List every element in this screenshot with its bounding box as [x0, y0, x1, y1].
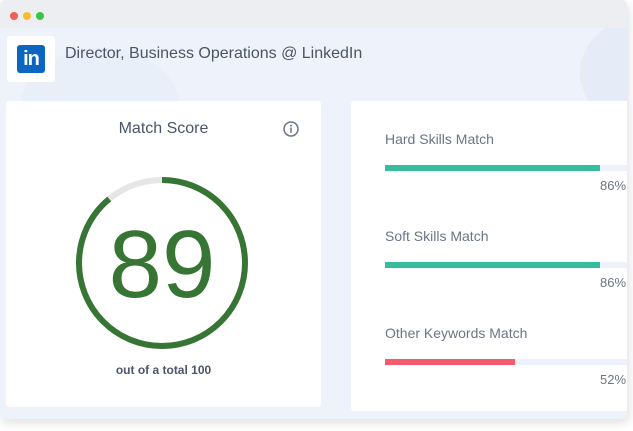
skill-progress-fill — [385, 262, 600, 268]
info-icon[interactable] — [283, 121, 299, 137]
skill-progress-fill — [385, 359, 515, 365]
window-titlebar — [0, 0, 627, 28]
main-content: in Director, Business Operations @ Linke… — [0, 28, 627, 419]
skill-progress-track — [385, 262, 627, 268]
job-title: Director, Business Operations @ LinkedIn — [65, 45, 363, 62]
app-window: in Director, Business Operations @ Linke… — [0, 0, 627, 419]
skill-label: Hard Skills Match — [385, 131, 494, 147]
other-keywords-match: Other Keywords Match 52% — [385, 325, 627, 405]
soft-skills-match: Soft Skills Match 86% — [385, 228, 627, 308]
skill-progress-fill — [385, 165, 600, 171]
skill-percent: 86% — [600, 178, 627, 193]
minimize-window-button[interactable] — [23, 12, 31, 20]
skill-percent: 52% — [600, 372, 627, 387]
skill-label: Other Keywords Match — [385, 325, 528, 341]
match-score-title: Match Score — [118, 120, 209, 137]
match-score-value: 89 — [108, 211, 216, 318]
match-score-card: Match Score 89 out of a total 100 — [6, 101, 321, 407]
skill-percent: 86% — [600, 275, 627, 290]
skills-match-card: Hard Skills Match 86% Soft Skills Match … — [351, 101, 627, 411]
skill-label: Soft Skills Match — [385, 228, 489, 244]
skill-progress-track — [385, 165, 627, 171]
skill-progress-track — [385, 359, 627, 365]
linkedin-logo-icon: in — [17, 45, 45, 73]
zoom-window-button[interactable] — [36, 12, 44, 20]
close-window-button[interactable] — [10, 12, 18, 20]
page-header: in Director, Business Operations @ Linke… — [0, 28, 627, 88]
match-score-caption: out of a total 100 — [115, 363, 212, 377]
company-logo: in — [7, 36, 55, 82]
hard-skills-match: Hard Skills Match 86% — [385, 131, 627, 211]
